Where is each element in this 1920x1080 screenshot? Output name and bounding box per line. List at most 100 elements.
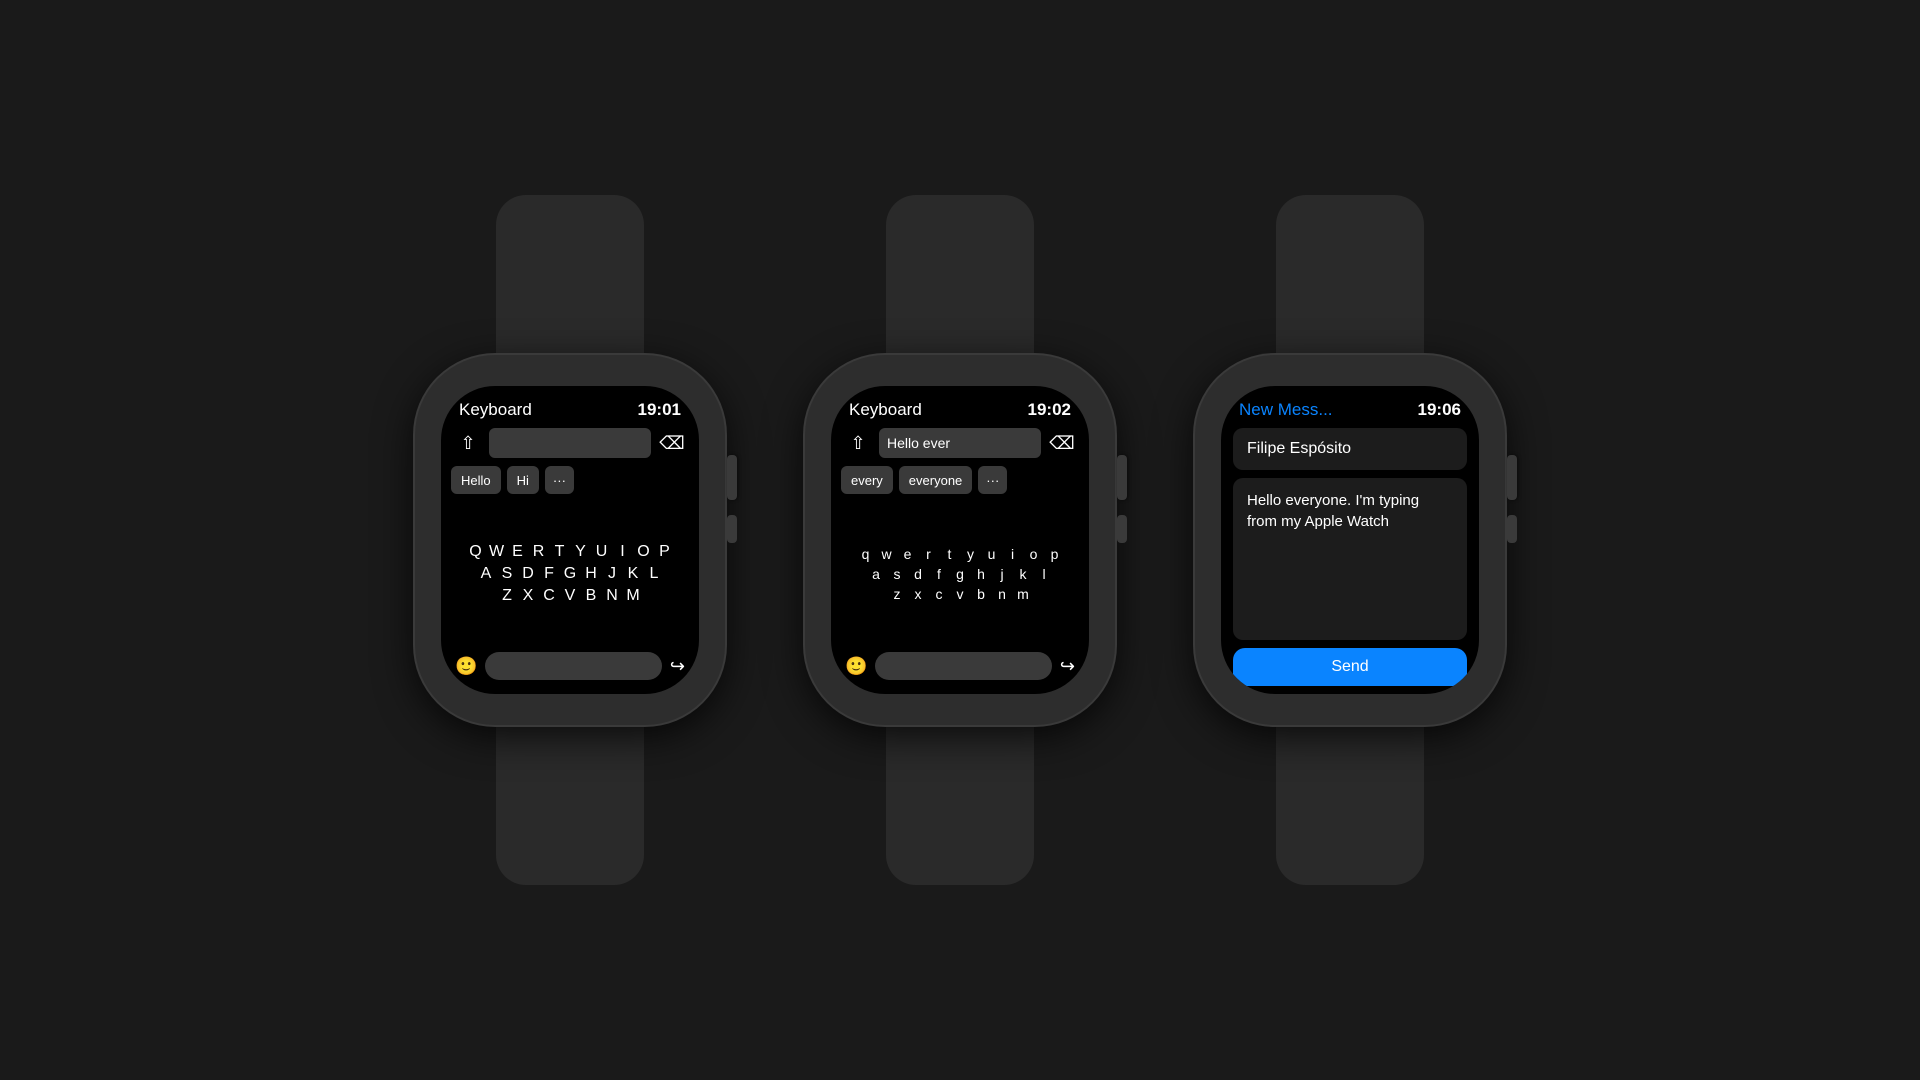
key-s[interactable]: s — [888, 566, 906, 582]
send-arrow-1[interactable]: ↪ — [670, 656, 685, 677]
key-F[interactable]: F — [540, 565, 558, 583]
key-o[interactable]: o — [1025, 546, 1043, 562]
key-n[interactable]: n — [993, 586, 1011, 602]
key-C[interactable]: C — [540, 587, 558, 605]
key-u[interactable]: u — [983, 546, 1001, 562]
key-v[interactable]: v — [951, 586, 969, 602]
watch-screen-3: New Mess... 19:06 Filipe Espósito Hello … — [1221, 386, 1479, 694]
suggestion-more-1[interactable]: ··· — [545, 466, 574, 494]
delete-icon-1: ⌫ — [659, 433, 684, 454]
key-m[interactable]: m — [1014, 586, 1032, 602]
key-w[interactable]: w — [878, 546, 896, 562]
key-z[interactable]: z — [888, 586, 906, 602]
shift-button-1[interactable]: ⇧ — [453, 428, 483, 458]
key-Y[interactable]: Y — [572, 543, 590, 561]
key-f[interactable]: f — [930, 566, 948, 582]
key-O[interactable]: O — [635, 543, 653, 561]
suggestion-more-2[interactable]: ··· — [978, 466, 1007, 494]
key-T[interactable]: T — [551, 543, 569, 561]
key-Z[interactable]: Z — [498, 587, 516, 605]
shift-button-2[interactable]: ⇧ — [843, 428, 873, 458]
key-M[interactable]: M — [624, 587, 642, 605]
key-H[interactable]: H — [582, 565, 600, 583]
watch-side-btn-3 — [1507, 515, 1517, 543]
key-J[interactable]: J — [603, 565, 621, 583]
band-top-2 — [886, 195, 1034, 355]
key-row-2-1: q w e r t y u i o p — [857, 546, 1064, 562]
key-row-2-3: z x c v b n m — [888, 586, 1032, 602]
screen-header-1: Keyboard 19:01 — [441, 386, 699, 428]
key-p[interactable]: p — [1046, 546, 1064, 562]
key-W[interactable]: W — [488, 543, 506, 561]
send-arrow-2[interactable]: ↪ — [1060, 656, 1075, 677]
watch-3: New Mess... 19:06 Filipe Espósito Hello … — [1195, 195, 1505, 885]
watch-side-btn-1 — [727, 515, 737, 543]
key-r[interactable]: r — [920, 546, 938, 562]
watch-screen-2: Keyboard 19:02 ⇧ Hello ever ⌫ every — [831, 386, 1089, 694]
key-E[interactable]: E — [509, 543, 527, 561]
band-bottom-3 — [1276, 725, 1424, 885]
key-j[interactable]: j — [993, 566, 1011, 582]
delete-button-2[interactable]: ⌫ — [1047, 428, 1077, 458]
emoji-button-1[interactable]: 🙂 — [455, 656, 477, 677]
watch-body-2: Keyboard 19:02 ⇧ Hello ever ⌫ every — [805, 355, 1115, 725]
input-row-2: ⇧ Hello ever ⌫ — [831, 428, 1089, 466]
key-b[interactable]: b — [972, 586, 990, 602]
screen-time-3: 19:06 — [1418, 400, 1461, 420]
key-Q[interactable]: Q — [467, 543, 485, 561]
send-button-3[interactable]: Send — [1233, 648, 1467, 686]
watch-body-1: Keyboard 19:01 ⇧ ⌫ Hello — [415, 355, 725, 725]
key-R[interactable]: R — [530, 543, 548, 561]
suggestions-row-2: every everyone ··· — [831, 466, 1089, 502]
watch-1: Keyboard 19:01 ⇧ ⌫ Hello — [415, 195, 725, 885]
key-row-1-1: Q W E R T Y U I O P — [467, 543, 674, 561]
screen-title-3: New Mess... — [1239, 400, 1333, 420]
contact-name-3: Filipe Espósito — [1247, 440, 1351, 457]
delete-icon-2: ⌫ — [1049, 433, 1074, 454]
text-input-1[interactable] — [489, 428, 651, 458]
suggestion-hello[interactable]: Hello — [451, 466, 501, 494]
key-h[interactable]: h — [972, 566, 990, 582]
key-P[interactable]: P — [656, 543, 674, 561]
key-d[interactable]: d — [909, 566, 927, 582]
key-k[interactable]: k — [1014, 566, 1032, 582]
key-c[interactable]: c — [930, 586, 948, 602]
suggestion-every[interactable]: every — [841, 466, 893, 494]
band-top-1 — [496, 195, 644, 355]
suggestion-hi[interactable]: Hi — [507, 466, 539, 494]
key-a[interactable]: a — [867, 566, 885, 582]
key-X[interactable]: X — [519, 587, 537, 605]
key-G[interactable]: G — [561, 565, 579, 583]
key-V[interactable]: V — [561, 587, 579, 605]
key-I[interactable]: I — [614, 543, 632, 561]
bottom-bar-2: 🙂 ↪ — [831, 646, 1089, 694]
key-y[interactable]: y — [962, 546, 980, 562]
key-l[interactable]: l — [1035, 566, 1053, 582]
watch-crown-1 — [727, 455, 737, 500]
message-content-3: Filipe Espósito Hello everyone. I'm typi… — [1221, 428, 1479, 694]
emoji-button-2[interactable]: 🙂 — [845, 656, 867, 677]
text-input-2[interactable]: Hello ever — [879, 428, 1041, 458]
spacebar-2[interactable] — [875, 652, 1051, 680]
delete-button-1[interactable]: ⌫ — [657, 428, 687, 458]
key-q[interactable]: q — [857, 546, 875, 562]
spacebar-1[interactable] — [485, 652, 661, 680]
key-x[interactable]: x — [909, 586, 927, 602]
watch-crown-3 — [1507, 455, 1517, 500]
key-t[interactable]: t — [941, 546, 959, 562]
band-bottom-2 — [886, 725, 1034, 885]
keyboard-area-1: Q W E R T Y U I O P A S D F G H — [441, 502, 699, 646]
band-top-3 — [1276, 195, 1424, 355]
key-i[interactable]: i — [1004, 546, 1022, 562]
key-U[interactable]: U — [593, 543, 611, 561]
key-e[interactable]: e — [899, 546, 917, 562]
key-S[interactable]: S — [498, 565, 516, 583]
key-L[interactable]: L — [645, 565, 663, 583]
key-D[interactable]: D — [519, 565, 537, 583]
key-A[interactable]: A — [477, 565, 495, 583]
key-K[interactable]: K — [624, 565, 642, 583]
key-N[interactable]: N — [603, 587, 621, 605]
key-g[interactable]: g — [951, 566, 969, 582]
key-B[interactable]: B — [582, 587, 600, 605]
suggestion-everyone[interactable]: everyone — [899, 466, 972, 494]
